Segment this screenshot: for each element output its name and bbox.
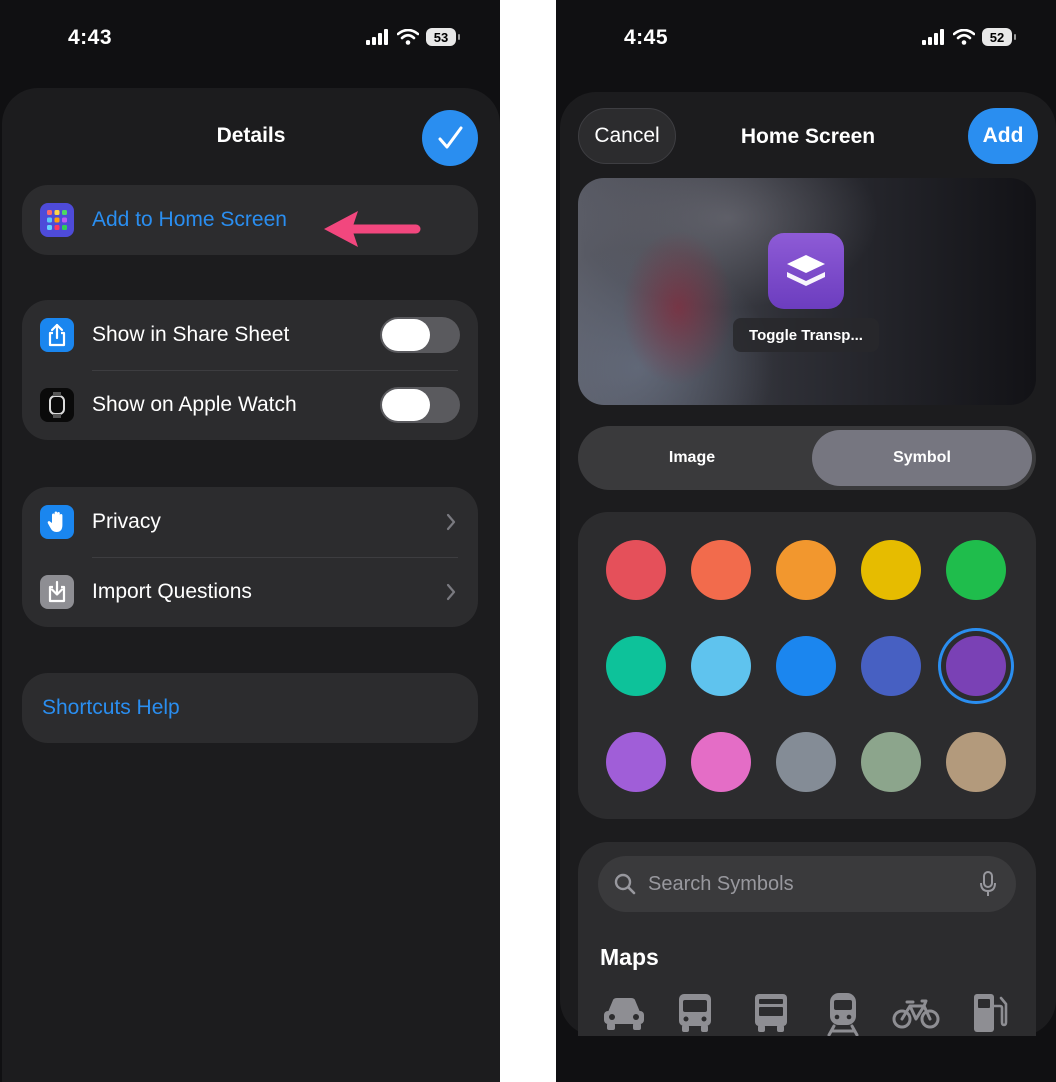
home-screen-sheet: Cancel Home Screen Add Toggle Transp... … xyxy=(560,92,1056,1036)
toggle-knob xyxy=(382,319,430,351)
cellular-signal-icon xyxy=(922,29,944,45)
color-swatch[interactable] xyxy=(946,540,1006,600)
shortcuts-help-link[interactable]: Shortcuts Help xyxy=(42,696,180,720)
car-icon[interactable] xyxy=(602,992,646,1032)
color-swatch[interactable] xyxy=(606,540,666,600)
checkmark-icon xyxy=(438,126,463,149)
wifi-icon xyxy=(397,29,419,45)
bicycle-icon[interactable] xyxy=(892,998,940,1030)
home-screen-preview: Toggle Transp... xyxy=(578,178,1036,405)
home-screen-grid-icon xyxy=(40,203,74,237)
visibility-group: Show in Share Sheet Show on Apple Watch xyxy=(22,300,478,440)
status-time: 4:45 xyxy=(624,26,669,49)
search-icon xyxy=(614,873,636,895)
battery-icon: 53 xyxy=(426,28,460,46)
apple-watch-row: Show on Apple Watch xyxy=(22,370,478,440)
right-screen: 4:45 52 Cancel Home Screen Add Toggle Tr… xyxy=(556,0,1056,1082)
color-swatch[interactable] xyxy=(776,732,836,792)
import-questions-label: Import Questions xyxy=(92,580,252,603)
color-swatch[interactable] xyxy=(861,732,921,792)
apple-watch-toggle[interactable] xyxy=(380,387,460,423)
status-bar: 4:43 53 xyxy=(0,24,500,54)
hand-raised-icon xyxy=(40,505,74,539)
tab-image[interactable]: Image xyxy=(582,430,802,486)
color-swatch[interactable] xyxy=(776,636,836,696)
color-swatch[interactable] xyxy=(606,732,666,792)
color-swatch[interactable] xyxy=(606,636,666,696)
privacy-label: Privacy xyxy=(92,510,161,533)
details-sheet: Details Add to Home Screen Show in Share… xyxy=(2,88,500,1082)
chevron-right-icon xyxy=(446,583,456,601)
share-sheet-label: Show in Share Sheet xyxy=(92,323,290,346)
add-to-home-label: Add to Home Screen xyxy=(92,208,287,231)
fuel-pump-icon[interactable] xyxy=(972,992,1008,1034)
bus-icon[interactable] xyxy=(676,992,714,1034)
share-icon xyxy=(40,318,74,352)
color-swatch[interactable] xyxy=(776,540,836,600)
tram-icon[interactable] xyxy=(752,992,790,1034)
done-button[interactable] xyxy=(422,110,478,166)
battery-icon: 52 xyxy=(982,28,1016,46)
symbol-picker: Search Symbols Maps xyxy=(578,842,1036,1036)
import-icon xyxy=(40,575,74,609)
wifi-icon xyxy=(953,29,975,45)
share-sheet-row: Show in Share Sheet xyxy=(22,300,478,370)
privacy-row[interactable]: Privacy xyxy=(22,487,478,557)
add-button[interactable]: Add xyxy=(968,108,1038,164)
apple-watch-label: Show on Apple Watch xyxy=(92,393,297,416)
status-time: 4:43 xyxy=(68,26,113,49)
color-swatch[interactable] xyxy=(946,732,1006,792)
search-symbols-field[interactable]: Search Symbols xyxy=(598,856,1016,912)
chevron-right-icon xyxy=(446,513,456,531)
section-title: Maps xyxy=(600,944,659,970)
annotation-arrow-icon xyxy=(324,211,421,247)
settings-group: Privacy Import Questions xyxy=(22,487,478,627)
layers-icon xyxy=(768,233,844,309)
shortcuts-help-row[interactable]: Shortcuts Help xyxy=(22,673,478,743)
tab-symbol[interactable]: Symbol xyxy=(812,430,1032,486)
help-group: Shortcuts Help xyxy=(22,673,478,743)
train-icon[interactable] xyxy=(826,992,860,1036)
cellular-signal-icon xyxy=(366,29,388,45)
microphone-icon[interactable] xyxy=(980,871,996,897)
left-screen: 4:43 53 Details Add to Home Screen Show … xyxy=(0,0,500,1082)
color-swatch[interactable] xyxy=(691,540,751,600)
search-input[interactable]: Search Symbols xyxy=(648,873,794,896)
color-swatch[interactable] xyxy=(861,540,921,600)
apple-watch-icon xyxy=(40,388,74,422)
icon-type-segmented-control: Image Symbol xyxy=(578,426,1036,490)
color-picker xyxy=(578,512,1036,819)
color-swatch[interactable] xyxy=(946,636,1006,696)
import-questions-row[interactable]: Import Questions xyxy=(22,557,478,627)
status-bar: 4:45 52 xyxy=(556,24,1056,54)
share-sheet-toggle[interactable] xyxy=(380,317,460,353)
color-swatch[interactable] xyxy=(691,732,751,792)
color-swatch[interactable] xyxy=(691,636,751,696)
toggle-knob xyxy=(382,389,430,421)
add-to-home-row[interactable]: Add to Home Screen xyxy=(22,185,478,255)
color-swatch[interactable] xyxy=(861,636,921,696)
app-name-label: Toggle Transp... xyxy=(733,318,879,352)
add-to-home-group: Add to Home Screen xyxy=(22,185,478,255)
